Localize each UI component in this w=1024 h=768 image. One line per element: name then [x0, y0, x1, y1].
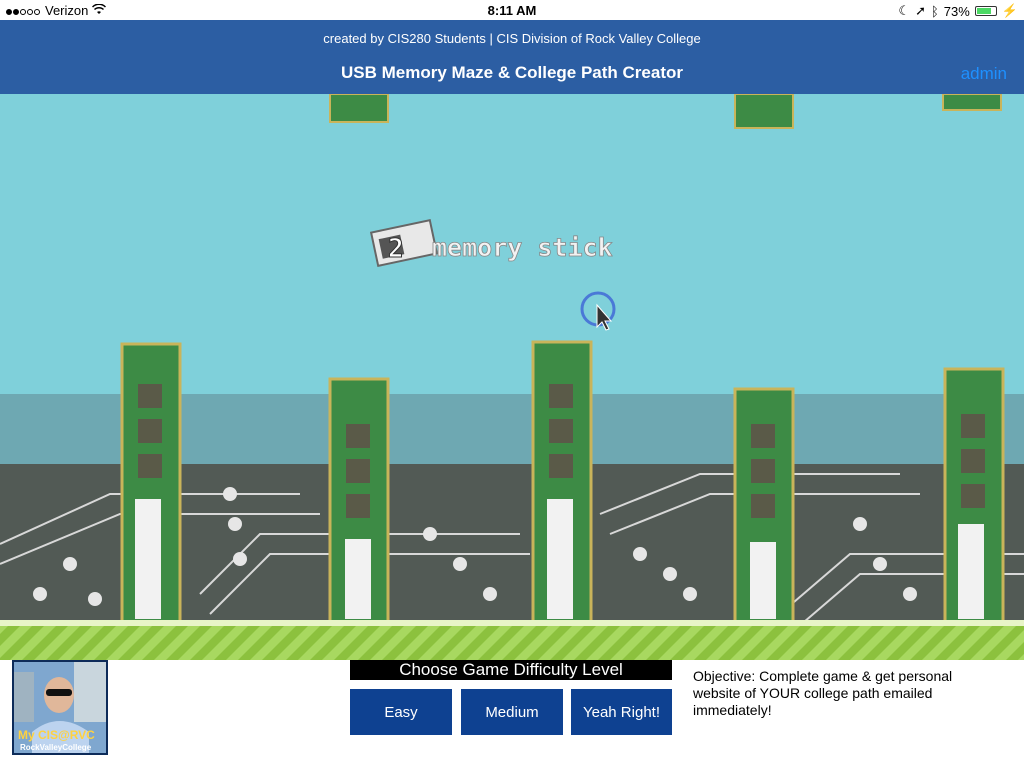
controls-panel: My CIS@RVC RockValleyCollege Choose Game… [0, 660, 1024, 768]
rvc-logo: My CIS@RVC RockValleyCollege [12, 660, 108, 755]
yeah-right-button[interactable]: Yeah Right! [571, 689, 672, 735]
clock: 8:11 AM [487, 3, 537, 18]
logo-subtitle: RockValleyCollege [20, 743, 92, 752]
charging-icon: ⚡ [1001, 3, 1018, 18]
admin-link[interactable]: admin [961, 64, 1007, 84]
difficulty-heading: Choose Game Difficulty Level [350, 660, 672, 680]
easy-button[interactable]: Easy [350, 689, 452, 735]
page-title: USB Memory Maze & College Path Creator [341, 63, 683, 82]
score-text: 2 [388, 234, 404, 264]
logo-title: My CIS@RVC [18, 728, 95, 742]
objective-text: Objective: Complete game & get personal … [693, 668, 953, 718]
credit-line: created by CIS280 Students | CIS Divisio… [323, 31, 701, 46]
bluetooth-icon: ᛒ [930, 3, 939, 19]
ground-edge [0, 620, 1024, 626]
ground-stripes [0, 626, 1024, 660]
medium-button[interactable]: Medium [461, 689, 563, 735]
game-canvas[interactable]: 2 memory stick [0, 94, 1024, 660]
moon-icon: ☾ [898, 3, 911, 18]
battery-percent: 73% [943, 3, 970, 19]
difficulty-selector: Choose Game Difficulty Level Easy Medium… [350, 660, 672, 735]
status-bar: Verizon 8:11 AM ☾ ➚ ᛒ 73% ⚡ [0, 0, 1024, 20]
location-arrow-icon: ➚ [915, 3, 926, 18]
app-header: created by CIS280 Students | CIS Divisio… [0, 20, 1024, 94]
player-label: memory stick [432, 233, 613, 262]
battery-icon [974, 6, 997, 16]
